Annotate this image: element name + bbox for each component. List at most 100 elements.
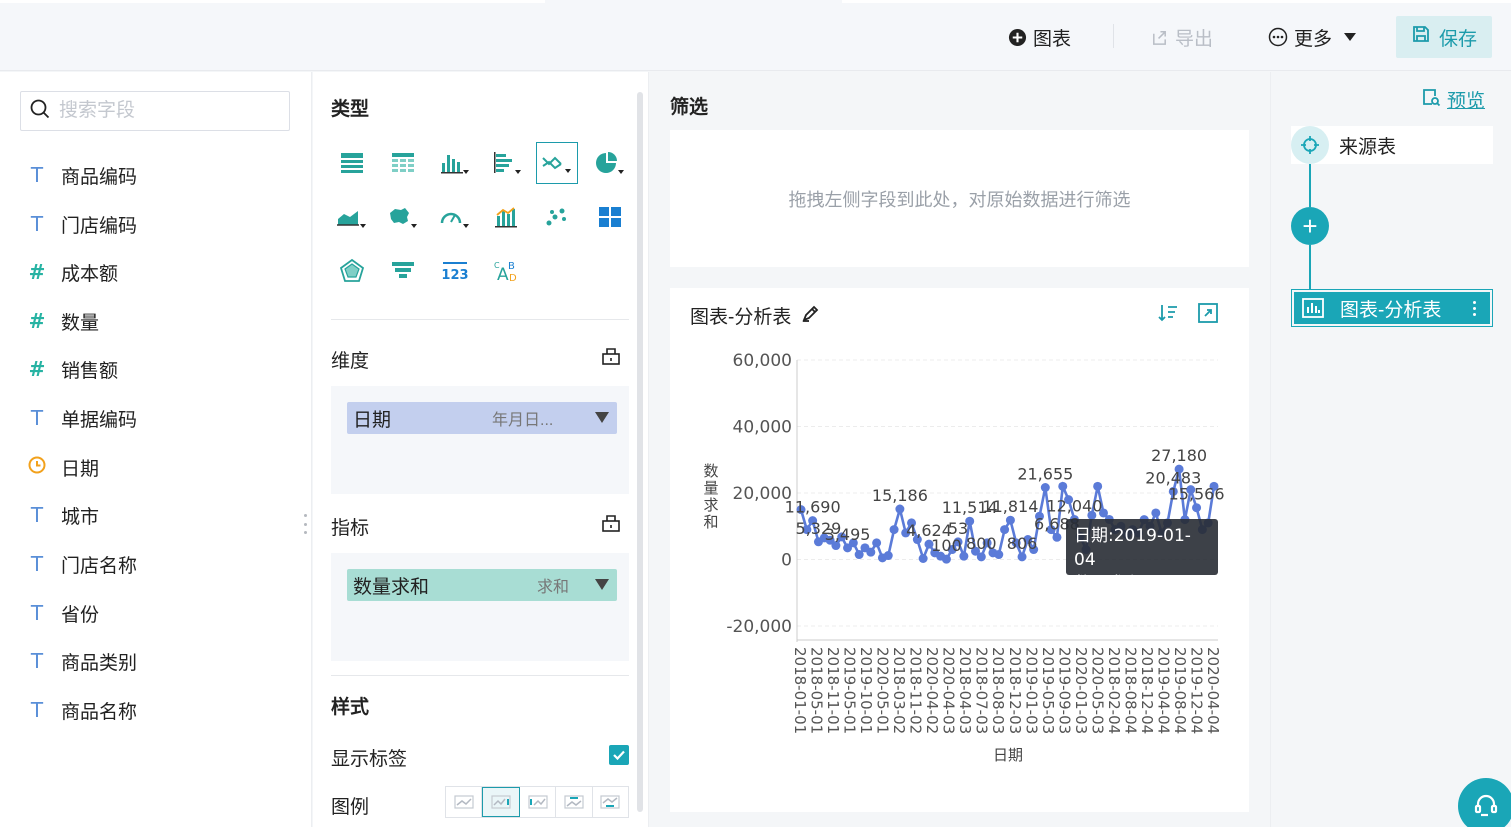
chart-type-table[interactable] bbox=[331, 142, 373, 184]
caret-down-icon[interactable] bbox=[595, 579, 609, 590]
show-labels-checkbox[interactable] bbox=[609, 745, 629, 765]
chart-type-bar[interactable] bbox=[434, 142, 476, 184]
kebab-menu-icon[interactable] bbox=[1464, 300, 1484, 316]
panel-resize-handle[interactable] bbox=[303, 514, 307, 534]
expand-icon[interactable] bbox=[1197, 302, 1219, 324]
x-tick-label: 2018-01-01 bbox=[791, 647, 809, 734]
data-point bbox=[1151, 508, 1161, 518]
field-item-store-code[interactable]: T 门店编码 bbox=[25, 209, 137, 239]
chart-type-gauge[interactable] bbox=[434, 196, 476, 238]
chart-type-combo[interactable] bbox=[486, 196, 528, 238]
legend-option-right[interactable] bbox=[482, 787, 520, 817]
x-tick-label: 2019-01-03 bbox=[1022, 647, 1040, 734]
field-item-product-code[interactable]: T 商品编码 bbox=[25, 160, 137, 190]
y-axis-title-char: 求 bbox=[703, 496, 718, 514]
field-search-box[interactable] bbox=[20, 91, 290, 131]
flow-connector bbox=[1309, 245, 1311, 289]
chart-analysis-node[interactable]: 图表-分析表 bbox=[1291, 289, 1493, 327]
y-tick-label: -20,000 bbox=[726, 617, 792, 637]
preview-icon bbox=[1421, 87, 1441, 113]
data-label: 27,180 bbox=[1151, 446, 1207, 465]
data-point bbox=[1052, 532, 1062, 542]
chart-type-map[interactable] bbox=[382, 196, 424, 238]
treemap-icon bbox=[599, 207, 621, 227]
field-item-category[interactable]: T 商品类别 bbox=[25, 646, 137, 676]
caret-down-icon[interactable] bbox=[595, 412, 609, 423]
field-item-store-name[interactable]: T 门店名称 bbox=[25, 549, 137, 579]
more-menu-button[interactable]: 更多 bbox=[1268, 20, 1357, 54]
preview-link[interactable]: 预览 bbox=[1421, 86, 1485, 113]
data-point bbox=[918, 554, 928, 564]
field-label: 销售额 bbox=[61, 360, 119, 382]
chart-type-pie[interactable] bbox=[589, 142, 631, 184]
chart-title: 图表-分析表 bbox=[690, 307, 792, 328]
config-scrollbar[interactable] bbox=[637, 92, 643, 812]
field-item-cost[interactable]: # 成本额 bbox=[25, 257, 118, 287]
field-item-sales[interactable]: # 销售额 bbox=[25, 354, 118, 384]
chart-type-treemap[interactable] bbox=[589, 196, 631, 238]
top-toolbar: 图表 导出 更多 保存 bbox=[0, 0, 1511, 71]
more-label: 更多 bbox=[1294, 28, 1333, 50]
field-label: 商品类别 bbox=[61, 652, 138, 674]
dimension-settings-icon[interactable] bbox=[601, 346, 621, 366]
source-table-node[interactable]: 来源表 bbox=[1291, 126, 1493, 164]
measure-settings-icon[interactable] bbox=[601, 513, 621, 533]
text-type-icon: T bbox=[30, 552, 44, 576]
sort-icon[interactable] bbox=[1157, 302, 1179, 324]
field-search-input[interactable] bbox=[59, 100, 279, 122]
legend-option-bottom[interactable] bbox=[593, 787, 628, 817]
y-axis-title-char: 和 bbox=[703, 513, 718, 531]
chart-type-line[interactable] bbox=[536, 142, 578, 184]
data-label: 11,814 bbox=[982, 497, 1038, 516]
add-chart-button[interactable]: 图表 bbox=[1007, 20, 1071, 54]
measure-dropzone[interactable]: 数量求和 求和 bbox=[331, 553, 629, 661]
field-item-doc-code[interactable]: T 单据编码 bbox=[25, 403, 137, 433]
field-item-city[interactable]: T 城市 bbox=[25, 500, 99, 530]
chart-type-number-card[interactable]: 123 bbox=[434, 250, 476, 292]
measure-pill-quantity-sum[interactable]: 数量求和 求和 bbox=[347, 569, 617, 601]
save-button[interactable]: 保存 bbox=[1396, 16, 1492, 58]
legend-top-icon bbox=[564, 795, 584, 809]
toolbar-divider bbox=[1113, 24, 1114, 48]
dimension-dropzone[interactable]: 日期 年月日... bbox=[331, 386, 629, 494]
pill-sub-label: 年月日... bbox=[492, 412, 554, 429]
chart-type-word-cloud[interactable]: ABDC bbox=[486, 250, 528, 292]
x-tick-label: 2018-02-04 bbox=[1105, 647, 1123, 734]
chart-type-radar[interactable] bbox=[331, 250, 373, 292]
chart-type-funnel[interactable] bbox=[382, 250, 424, 292]
export-button[interactable]: 导出 bbox=[1149, 20, 1213, 54]
svg-text:B: B bbox=[508, 261, 515, 272]
field-item-date[interactable]: 日期 bbox=[25, 452, 99, 482]
y-tick-label: 20,000 bbox=[733, 484, 792, 504]
chart-type-scatter[interactable] bbox=[536, 196, 578, 238]
field-item-quantity[interactable]: # 数量 bbox=[25, 306, 99, 336]
field-item-province[interactable]: T 省份 bbox=[25, 598, 99, 628]
save-icon bbox=[1411, 24, 1431, 50]
data-point bbox=[976, 552, 986, 562]
horizontal-bar-icon bbox=[494, 152, 521, 174]
word-cloud-icon: A BDC bbox=[494, 261, 517, 284]
export-icon bbox=[1149, 27, 1169, 47]
filter-dropzone[interactable]: 拖拽左侧字段到此处，对原始数据进行筛选 bbox=[670, 130, 1249, 267]
legend-option-left[interactable] bbox=[520, 787, 557, 817]
field-label: 日期 bbox=[61, 458, 100, 480]
customer-service-button[interactable] bbox=[1458, 778, 1511, 827]
chart-type-cross-table[interactable] bbox=[382, 142, 424, 184]
dimension-pill-date[interactable]: 日期 年月日... bbox=[347, 402, 617, 434]
filter-title: 筛选 bbox=[670, 97, 709, 118]
edit-pen-icon[interactable] bbox=[801, 303, 821, 329]
chart-type-area[interactable] bbox=[331, 196, 373, 238]
legend-option-top[interactable] bbox=[556, 787, 593, 817]
legend-option-none[interactable] bbox=[446, 787, 483, 817]
x-tick-label: 2018-08-03 bbox=[989, 647, 1007, 734]
number-type-icon: # bbox=[28, 260, 46, 284]
field-item-product-name[interactable]: T 商品名称 bbox=[25, 695, 137, 725]
x-tick-label: 2018-04-03 bbox=[956, 647, 974, 734]
x-tick-label: 2018-05-01 bbox=[808, 647, 826, 734]
add-step-button[interactable]: + bbox=[1291, 207, 1329, 245]
show-labels-label: 显示标签 bbox=[331, 749, 408, 770]
plus-circle-icon bbox=[1007, 27, 1027, 47]
x-tick-label: 2018-08-04 bbox=[1121, 647, 1139, 734]
x-tick-label: 2018-12-04 bbox=[1138, 647, 1156, 734]
chart-type-horizontal-bar[interactable] bbox=[486, 142, 528, 184]
